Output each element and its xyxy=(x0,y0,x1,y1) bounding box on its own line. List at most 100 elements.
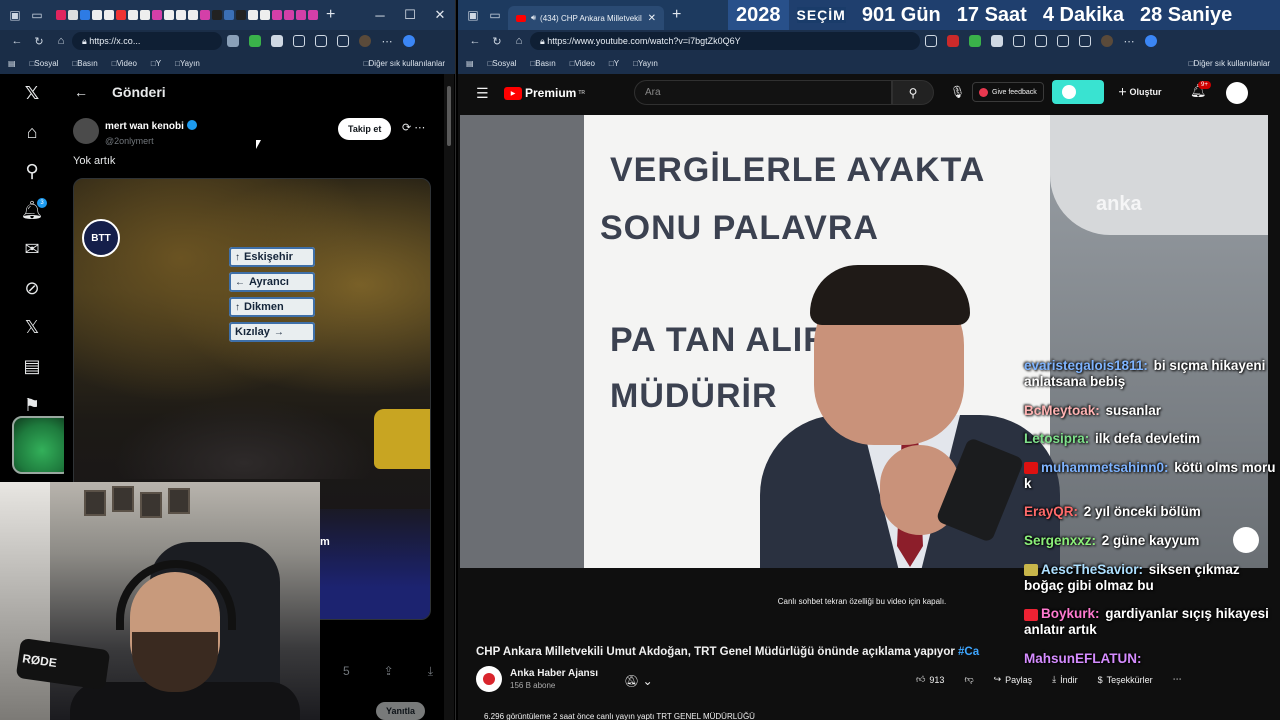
tab-icon[interactable] xyxy=(164,10,174,20)
speaker-icon[interactable]: 🔊︎ xyxy=(531,13,536,23)
tab-actions-icon[interactable]: ▭ xyxy=(486,6,504,24)
give-feedback-button[interactable]: Give feedback xyxy=(972,82,1044,102)
tab-icon[interactable] xyxy=(284,10,294,20)
bookmark-y[interactable]: Y xyxy=(609,59,619,68)
home-icon[interactable]: ⌂ xyxy=(50,35,72,47)
scrollbar-thumb[interactable] xyxy=(447,86,451,146)
video-description-line[interactable]: 6.296 görüntüleme 2 saat önce canlı yayı… xyxy=(484,712,755,720)
new-tab-icon[interactable]: + xyxy=(326,6,335,24)
notifications-icon[interactable]: 🔔︎ xyxy=(0,191,64,230)
tab-icon[interactable] xyxy=(152,10,162,20)
address-bar[interactable]: 🔒︎ https://www.youtube.com/watch?v=i7bgt… xyxy=(530,32,920,50)
bookmark-yayin[interactable]: Yayın xyxy=(175,59,200,68)
hamburger-menu-icon[interactable]: ☰ xyxy=(476,85,504,102)
bookmark-sosyal[interactable]: Sosyal xyxy=(30,59,58,68)
tab-icon[interactable] xyxy=(308,10,318,20)
tab-icon[interactable] xyxy=(68,10,78,20)
bookmarks-icon[interactable]: ▤ xyxy=(8,59,16,68)
share-icon[interactable]: ⇪ xyxy=(384,664,394,679)
back-icon[interactable]: ← xyxy=(464,35,486,47)
workspaces-icon[interactable]: ▣ xyxy=(464,6,482,24)
bookmarks-icon[interactable]: ▤ xyxy=(466,59,474,68)
extension-icon[interactable] xyxy=(1057,35,1069,47)
scrollbar[interactable] xyxy=(444,74,454,720)
bookmark-y[interactable]: Y xyxy=(151,59,161,68)
search-icon[interactable]: ⚲ xyxy=(0,152,64,191)
extension-icon[interactable] xyxy=(925,35,937,47)
video-hashtag[interactable]: #Ca xyxy=(958,646,979,658)
back-icon[interactable]: ← xyxy=(6,35,28,47)
refresh-icon[interactable]: ↻ xyxy=(486,35,508,48)
channel-name[interactable]: Anka Haber Ajansı xyxy=(510,668,598,679)
back-arrow-icon[interactable]: ← xyxy=(74,84,88,100)
minimize-icon[interactable]: ─ xyxy=(365,0,395,30)
lists-icon[interactable]: ▤ xyxy=(0,347,64,386)
avatar[interactable] xyxy=(73,118,99,144)
tab-icon[interactable] xyxy=(224,10,234,20)
tab-icon[interactable] xyxy=(92,10,102,20)
maximize-icon[interactable]: ☐ xyxy=(395,0,425,30)
extension-icon[interactable] xyxy=(315,35,327,47)
refresh-icon[interactable]: ↻ xyxy=(28,35,50,48)
home-icon[interactable]: ⌂ xyxy=(508,35,530,47)
youtube-logo[interactable]: ▶ Premium TR xyxy=(504,86,585,100)
voice-search-icon[interactable]: 🎙︎ xyxy=(950,85,965,99)
views-count[interactable]: 5 xyxy=(343,664,350,679)
bookmark-other[interactable]: Diğer sık kullanılanlar xyxy=(364,59,445,68)
tab-icon[interactable] xyxy=(176,10,186,20)
tab-actions-icon[interactable]: ▭ xyxy=(28,6,46,24)
tab-icon[interactable] xyxy=(80,10,90,20)
tab-icon[interactable] xyxy=(248,10,258,20)
x-logo-icon[interactable]: 𝕏 xyxy=(0,74,64,113)
channel-info[interactable]: Anka Haber Ajansı 156 B abone xyxy=(476,666,598,692)
close-window-icon[interactable]: ✕ xyxy=(425,0,455,30)
more-options-icon[interactable]: ⟳ ⋯ xyxy=(402,121,425,134)
author-name[interactable]: mert wan kenobi xyxy=(105,121,184,132)
active-tab[interactable]: 🔊︎ (434) CHP Ankara Milletvekil ✕ xyxy=(508,6,664,30)
bookmark-sosyal[interactable]: Sosyal xyxy=(488,59,516,68)
extension-icon[interactable] xyxy=(969,35,981,47)
bookmark-basin[interactable]: Basın xyxy=(530,59,555,68)
extension-icon[interactable] xyxy=(1013,35,1025,47)
extension-icon[interactable] xyxy=(1079,35,1091,47)
grok-icon[interactable]: ⊘ xyxy=(0,269,64,308)
follow-button[interactable]: Takip et xyxy=(338,118,392,140)
channel-avatar[interactable] xyxy=(476,666,502,692)
extension-toggle[interactable] xyxy=(1052,80,1104,104)
menu-dots-icon[interactable]: ⋯ xyxy=(1118,35,1140,48)
tab-icon[interactable] xyxy=(260,10,270,20)
bookmark-other[interactable]: Diğer sık kullanılanlar xyxy=(1189,59,1270,68)
bookmark-yayin[interactable]: Yayın xyxy=(633,59,658,68)
like-button[interactable]: 👍︎ 913 xyxy=(916,674,944,685)
subscription-bell-icon[interactable]: 🔕︎ ⌄ xyxy=(624,674,653,688)
menu-dots-icon[interactable]: ⋯ xyxy=(376,35,398,48)
reply-button[interactable]: Yanıtla xyxy=(376,702,426,720)
tab-icon[interactable] xyxy=(56,10,66,20)
extension-icon[interactable] xyxy=(271,35,283,47)
tab-icon[interactable] xyxy=(128,10,138,20)
pinned-tabs[interactable] xyxy=(56,10,318,20)
post-author[interactable]: mert wan kenobi @2onlymert xyxy=(73,116,197,146)
profile-avatar[interactable] xyxy=(359,35,371,47)
tab-icon[interactable] xyxy=(212,10,222,20)
tab-icon[interactable] xyxy=(296,10,306,20)
extension-icon[interactable] xyxy=(293,35,305,47)
extension-icon[interactable] xyxy=(227,35,239,47)
profile-avatar[interactable] xyxy=(1101,35,1113,47)
search-button[interactable]: ⚲ xyxy=(892,80,934,105)
new-tab-icon[interactable]: + xyxy=(672,6,681,24)
author-handle[interactable]: @2onlymert xyxy=(105,136,197,146)
tab-icon[interactable] xyxy=(272,10,282,20)
copilot-icon[interactable] xyxy=(403,35,415,47)
messages-icon[interactable]: ✉ xyxy=(0,230,64,269)
workspaces-icon[interactable]: ▣ xyxy=(6,6,24,24)
account-avatar[interactable] xyxy=(1226,82,1248,104)
create-button[interactable]: ＋ Oluştur xyxy=(1118,85,1162,98)
extension-icon[interactable] xyxy=(1035,35,1047,47)
home-icon[interactable]: ⌂ xyxy=(0,113,64,152)
bookmark-basin[interactable]: Basın xyxy=(72,59,97,68)
extension-icon[interactable] xyxy=(991,35,1003,47)
tab-icon[interactable] xyxy=(200,10,210,20)
premium-icon[interactable]: 𝕏 xyxy=(0,308,64,347)
tab-icon[interactable] xyxy=(188,10,198,20)
